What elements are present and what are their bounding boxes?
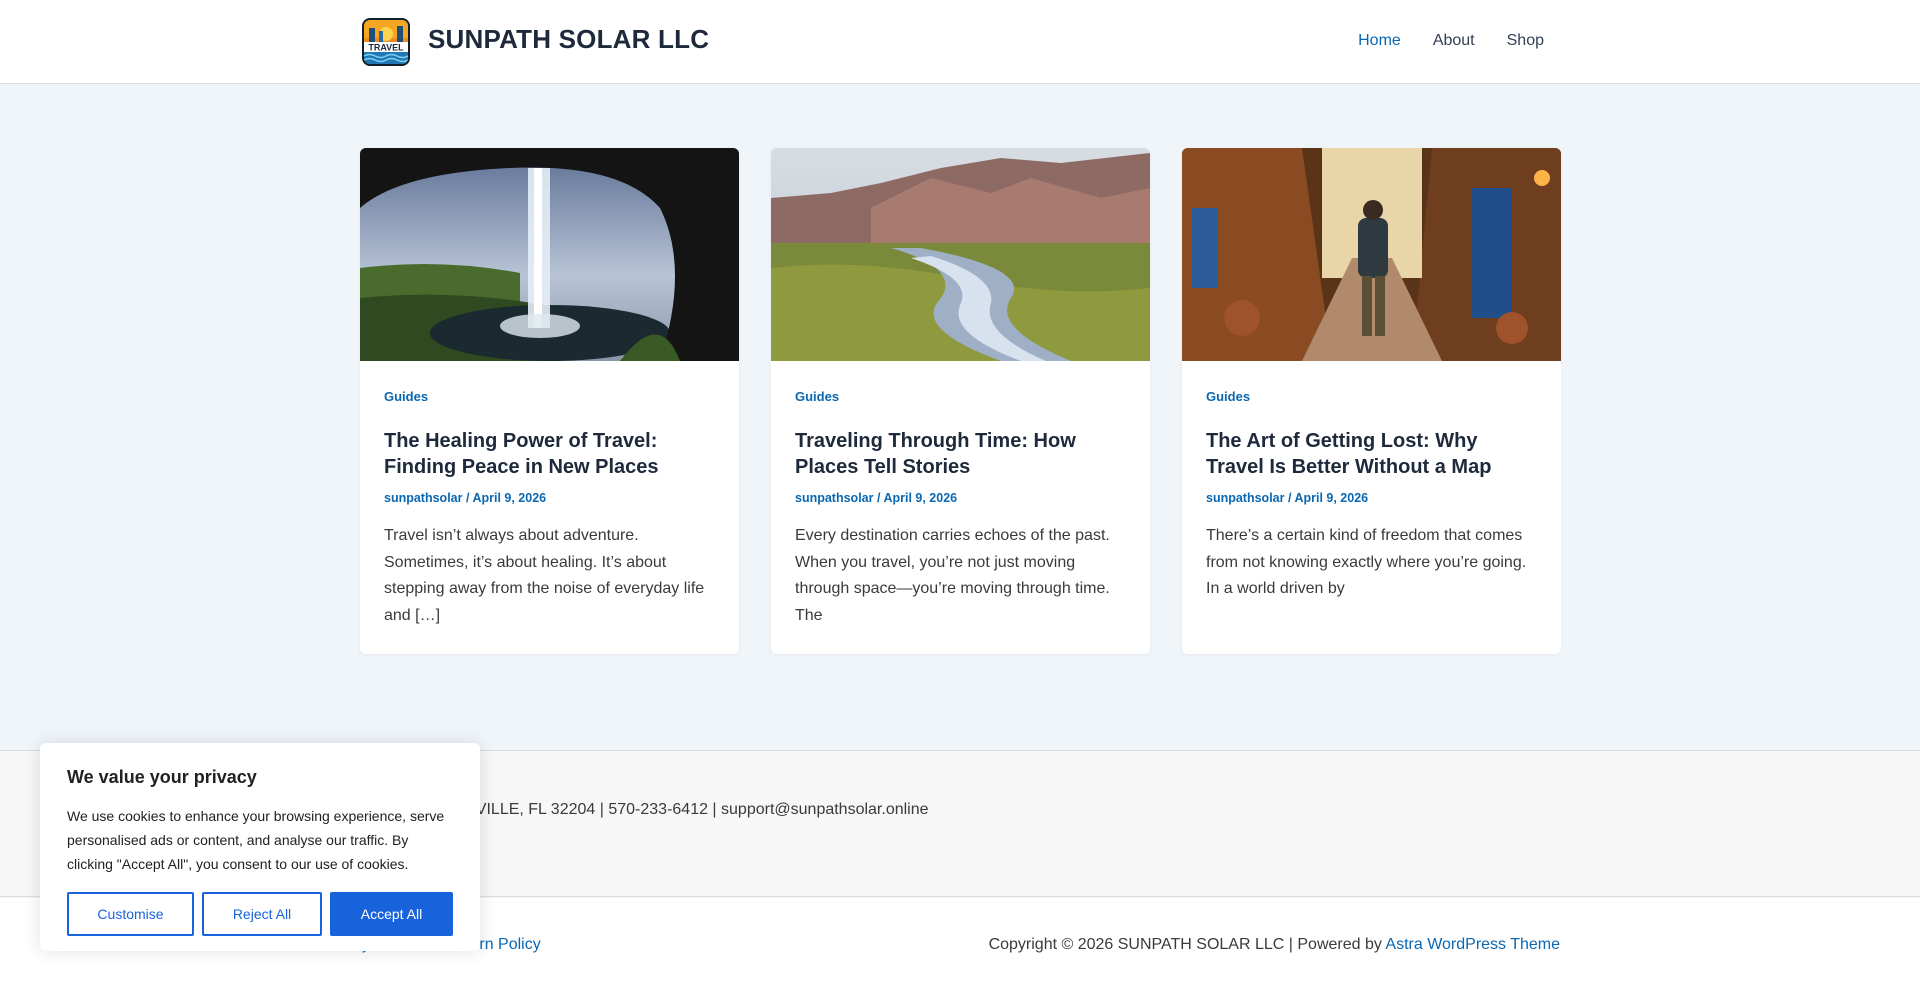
nav-shop[interactable]: Shop bbox=[1507, 32, 1544, 50]
post-card: Guides Traveling Through Time: How Place… bbox=[771, 148, 1150, 654]
post-title[interactable]: The Art of Getting Lost: Why Travel Is B… bbox=[1206, 428, 1537, 480]
post-author[interactable]: sunpathsolar bbox=[384, 491, 463, 505]
post-author[interactable]: sunpathsolar bbox=[1206, 491, 1285, 505]
post-meta: sunpathsolar / April 9, 2026 bbox=[795, 491, 958, 505]
post-excerpt: Every destination carries echoes of the … bbox=[795, 527, 1110, 624]
cookie-consent-banner: We value your privacy We use cookies to … bbox=[40, 743, 480, 951]
nav-home[interactable]: Home bbox=[1358, 32, 1401, 50]
post-author[interactable]: sunpathsolar bbox=[795, 491, 874, 505]
post-card: Guides The Healing Power of Travel: Find… bbox=[360, 148, 739, 654]
cookie-title: We value your privacy bbox=[67, 767, 257, 787]
cookie-buttons: Customise Reject All Accept All bbox=[67, 892, 453, 936]
mountain-stream-image[interactable] bbox=[771, 148, 1150, 361]
post-meta: sunpathsolar / April 9, 2026 bbox=[384, 491, 547, 505]
post-grid: Guides The Healing Power of Travel: Find… bbox=[360, 148, 1561, 654]
post-excerpt: Travel isn’t always about adventure. Som… bbox=[384, 527, 705, 624]
post-date: April 9, 2026 bbox=[472, 491, 547, 505]
travel-logo-icon: TRAVEL bbox=[364, 20, 408, 64]
post-title[interactable]: Traveling Through Time: How Places Tell … bbox=[795, 428, 1126, 480]
post-meta: sunpathsolar / April 9, 2026 bbox=[1206, 491, 1369, 505]
waterfall-cave-image[interactable] bbox=[360, 148, 739, 361]
copyright: Copyright © 2026 SUNPATH SOLAR LLC | Pow… bbox=[989, 936, 1560, 954]
post-date: April 9, 2026 bbox=[1294, 491, 1369, 505]
customise-button[interactable]: Customise bbox=[67, 892, 194, 936]
site-logo[interactable]: TRAVEL bbox=[362, 18, 410, 66]
post-date: April 9, 2026 bbox=[883, 491, 958, 505]
accept-all-button[interactable]: Accept All bbox=[330, 892, 453, 936]
site-title[interactable]: SUNPATH SOLAR LLC bbox=[428, 24, 709, 55]
traveler-alley-image[interactable] bbox=[1182, 148, 1561, 361]
reject-all-button[interactable]: Reject All bbox=[202, 892, 322, 936]
post-category[interactable]: Guides bbox=[795, 389, 1126, 404]
site-header: TRAVEL SUNPATH SOLAR LLC Home About Shop bbox=[0, 0, 1920, 84]
copyright-text: Copyright © 2026 SUNPATH SOLAR LLC | Pow… bbox=[988, 936, 1386, 953]
main-navigation: Home About Shop bbox=[1358, 32, 1544, 50]
post-card: Guides The Art of Getting Lost: Why Trav… bbox=[1182, 148, 1561, 654]
svg-text:TRAVEL: TRAVEL bbox=[368, 43, 404, 53]
post-title[interactable]: The Healing Power of Travel: Finding Pea… bbox=[384, 428, 715, 480]
cookie-text: We use cookies to enhance your browsing … bbox=[67, 808, 445, 872]
post-excerpt: There’s a certain kind of freedom that c… bbox=[1206, 527, 1527, 597]
theme-link[interactable]: Astra WordPress Theme bbox=[1385, 936, 1560, 953]
post-category[interactable]: Guides bbox=[384, 389, 715, 404]
post-category[interactable]: Guides bbox=[1206, 389, 1537, 404]
nav-about[interactable]: About bbox=[1433, 32, 1475, 50]
